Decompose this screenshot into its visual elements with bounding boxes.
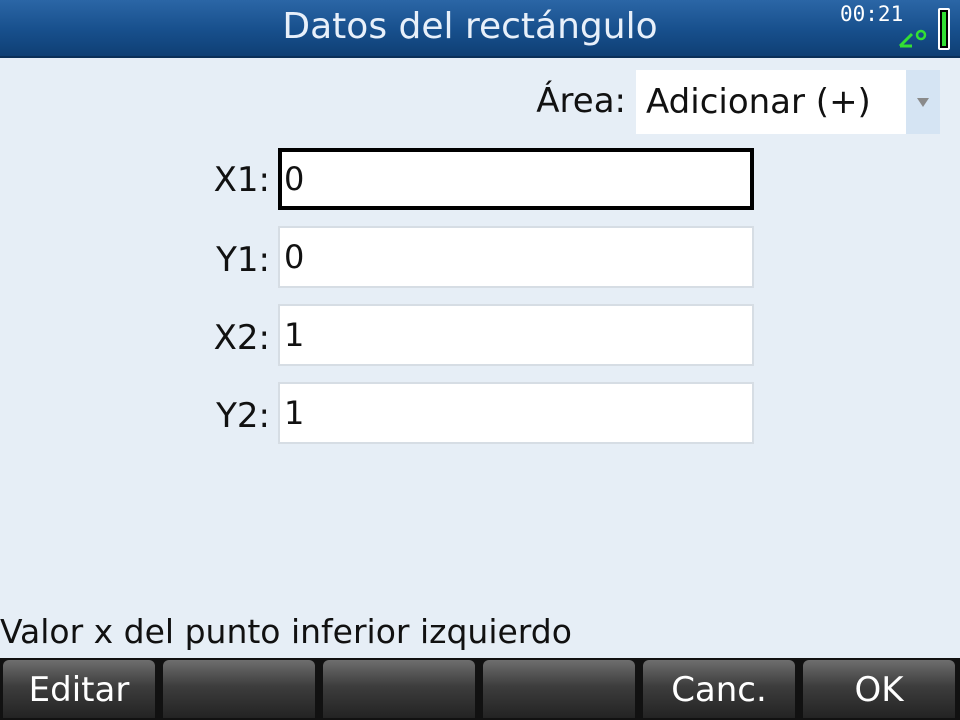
x1-label: X1: [213,160,270,200]
softkey-bar: Editar Canc. OK [0,658,960,720]
x1-field[interactable]: 0 [278,148,754,210]
angle-degree-icon [898,29,927,48]
softkey-3[interactable] [323,660,475,718]
x2-label: X2: [213,318,270,358]
area-label: Área: [536,81,626,121]
dropdown-arrow[interactable] [906,70,940,134]
y1-field[interactable]: 0 [278,226,754,288]
area-selected-value: Adicionar (+) [646,82,871,122]
softkey-editar[interactable]: Editar [3,660,155,718]
softkey-4[interactable] [483,660,635,718]
screen-title: Datos del rectángulo [282,6,658,47]
battery-icon [938,8,950,50]
chevron-down-icon [917,97,929,107]
softkey-ok[interactable]: OK [803,660,955,718]
y2-label: Y2: [216,396,270,436]
y2-field[interactable]: 1 [278,382,754,444]
area-dropdown[interactable]: Adicionar (+) [636,70,940,134]
title-bar: Datos del rectángulo 00:21 [0,0,960,58]
y1-label: Y1: [216,240,270,280]
clock-time: 00:21 [840,2,904,26]
x2-field[interactable]: 1 [278,304,754,366]
battery-level [942,12,946,46]
softkey-2[interactable] [163,660,315,718]
softkey-cancel[interactable]: Canc. [643,660,795,718]
help-text: Valor x del punto inferior izquierdo [0,612,572,651]
